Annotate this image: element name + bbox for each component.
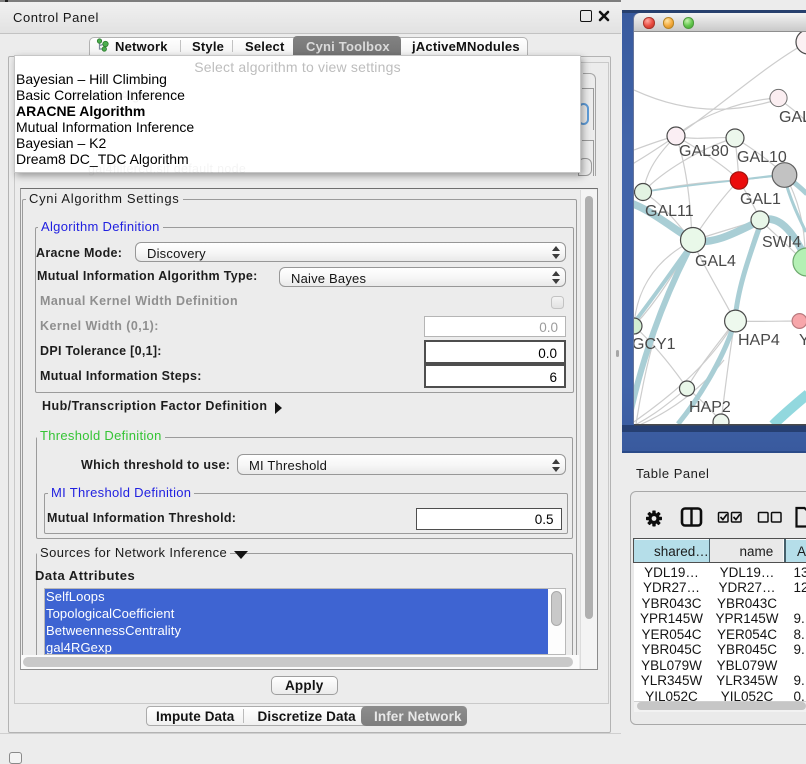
svg-text:GAL4: GAL4 [695,253,736,270]
svg-text:HAP2: HAP2 [689,399,731,416]
svg-text:GAL80: GAL80 [679,143,729,160]
svg-text:HAP4: HAP4 [738,332,780,349]
svg-text:GAL7: GAL7 [779,109,806,126]
svg-text:GAL10: GAL10 [737,149,787,166]
svg-text:SWI4: SWI4 [762,234,801,251]
svg-text:GAL1: GAL1 [740,191,781,208]
svg-text:Y: Y [799,332,806,349]
svg-text:GCY1: GCY1 [634,336,676,353]
svg-text:GAL11: GAL11 [645,203,694,220]
